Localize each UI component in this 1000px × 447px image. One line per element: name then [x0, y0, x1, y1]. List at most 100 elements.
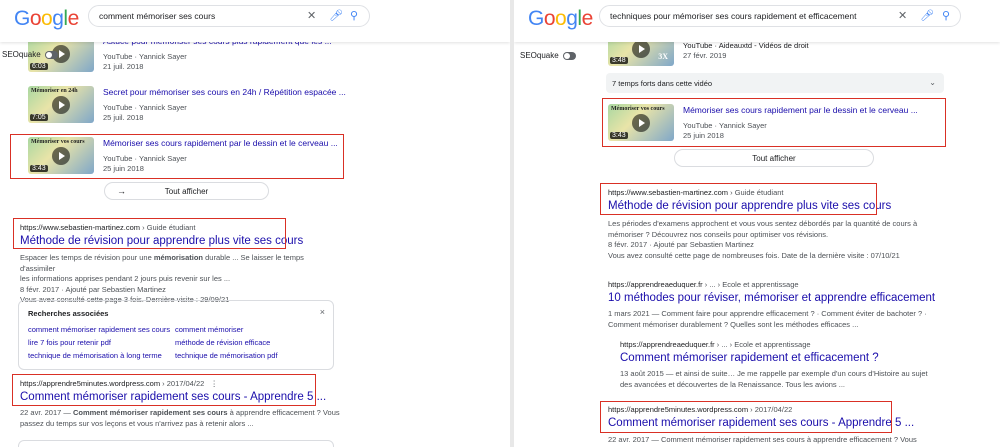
result-snippet: 1 mars 2021 — Comment faire pour apprend… — [608, 309, 927, 329]
result-cite: https://apprendreaeduquer.fr › ... › Eco… — [608, 280, 799, 289]
result-title-link[interactable]: Comment mémoriser rapidement ses cours -… — [608, 417, 914, 429]
result-url: https://www.sebastien-martinez.com — [20, 223, 141, 232]
related-link[interactable]: technique de mémorisation à long terme — [28, 351, 162, 360]
result-snippet: Espacer les temps de révision pour une m… — [20, 253, 340, 306]
result-breadcrumb: › ... › Ecole et apprentissage — [714, 340, 811, 349]
chevron-down-icon: ⌄ — [929, 78, 936, 87]
thumbnail-caption: Mémoriser en 24h — [31, 88, 78, 94]
video-result[interactable]: Mémoriser vos cours 3:43 Mémoriser ses co… — [28, 137, 338, 174]
microphone-icon[interactable]: 🎤︎ — [329, 9, 343, 23]
video-duration: 6:03 — [30, 63, 48, 70]
result-cite: https://www.sebastien-martinez.com › Gui… — [20, 223, 196, 232]
result-cite: https://www.sebastien-martinez.com › Gui… — [608, 188, 784, 197]
video-result[interactable]: Mémoriser vos cours 3:43 Mémoriser ses co… — [608, 104, 918, 141]
right-search-panel: Google techniques pour mémoriser ses cou… — [514, 0, 1000, 447]
search-input[interactable]: comment mémoriser ses cours — [99, 11, 299, 21]
show-all-videos-button[interactable]: Tout afficher — [674, 149, 874, 167]
result-meta: 8 févr. 2017 · Ajouté par Sebastien Mart… — [608, 240, 754, 249]
related-link[interactable]: lire 7 fois pour retenir pdf — [28, 338, 111, 347]
related-link[interactable]: technique de mémorisation pdf — [175, 351, 278, 360]
video-date: 25 juin 2018 — [683, 131, 724, 140]
play-icon — [52, 147, 70, 165]
video-date: 25 juil. 2018 — [103, 113, 144, 122]
result-title-link[interactable]: 10 méthodes pour réviser, mémoriser et a… — [608, 292, 935, 304]
result-breadcrumb: › Guide étudiant — [728, 188, 784, 197]
close-icon[interactable]: × — [320, 307, 325, 317]
related-searches-box: Recherches associées × comment mémoriser… — [18, 300, 334, 370]
search-box[interactable]: techniques pour mémoriser ses cours rapi… — [599, 5, 961, 27]
play-icon — [632, 114, 650, 132]
clear-icon[interactable]: ✕ — [898, 9, 907, 23]
related-link[interactable]: méthode de révision efficace — [175, 338, 270, 347]
result-title-link[interactable]: Comment mémoriser rapidement ses cours -… — [20, 391, 326, 403]
related-searches-heading: Recherches associées — [28, 309, 109, 318]
thumbnail-caption: 3X — [658, 52, 668, 61]
search-box[interactable]: comment mémoriser ses cours ✕ 🎤︎ ⚲ — [88, 5, 370, 27]
video-result[interactable]: Mémoriser en 24h 7:05 Secret pour mémoris… — [28, 86, 346, 123]
result-url: https://apprendreaeduquer.fr — [620, 340, 715, 349]
result-snippet: Les périodes d'examens approchent et vou… — [608, 219, 988, 261]
seoquake-label: SEOquake — [2, 50, 41, 59]
video-duration: 3:48 — [610, 57, 628, 64]
result-snippet: 22 avr. 2017 — Comment mémoriser rapidem… — [20, 408, 340, 428]
video-duration: 7:05 — [30, 114, 48, 121]
result-cite: https://apprendreaeduquer.fr › ... › Eco… — [620, 340, 811, 349]
seoquake-toggle[interactable]: SEOquake — [520, 51, 576, 60]
result-url: https://apprendre5minutes.wordpress.com — [608, 405, 749, 414]
result-title-link[interactable]: Comment mémoriser rapidement et efficace… — [620, 352, 879, 364]
video-title[interactable]: Secret pour mémoriser ses cours en 24h /… — [103, 87, 346, 97]
related-link[interactable]: comment mémoriser — [175, 325, 243, 334]
toggle-switch-icon[interactable] — [44, 50, 58, 59]
video-title[interactable]: Mémoriser ses cours rapidement par le de… — [103, 138, 338, 148]
right-header: Google techniques pour mémoriser ses cou… — [514, 0, 1000, 42]
result-url: https://www.sebastien-martinez.com — [608, 188, 729, 197]
seoquake-toggle[interactable]: SEOquake — [2, 50, 58, 59]
video-source: YouTube · Yannick Sayer — [683, 121, 767, 130]
video-source: YouTube · Aideauxtd - Vidéos de droit — [683, 41, 809, 50]
result-meta: 8 févr. 2017 · Ajouté par Sebastien Mart… — [20, 284, 166, 294]
show-all-label: Tout afficher — [752, 153, 796, 163]
thumbnail-caption: Mémoriser vos cours — [611, 106, 665, 112]
thumbnail-caption: Mémoriser vos cours — [31, 139, 85, 145]
toggle-switch-icon[interactable] — [562, 51, 576, 60]
video-date: 25 juin 2018 — [103, 164, 144, 173]
result-visited: Vous avez consulté cette page de nombreu… — [608, 250, 900, 260]
left-header: Google comment mémoriser ses cours ✕ 🎤︎ … — [0, 0, 510, 42]
video-source: YouTube · Yannick Sayer — [103, 154, 187, 163]
result-cite: https://apprendre5minutes.wordpress.com … — [20, 379, 218, 388]
result-url: https://apprendreaeduquer.fr — [608, 280, 703, 289]
result-snippet: 13 août 2015 — et ainsi de suite… Je me … — [620, 369, 928, 389]
video-title[interactable]: Mémoriser ses cours rapidement par le de… — [683, 105, 918, 115]
clear-icon[interactable]: ✕ — [307, 9, 316, 23]
arrow-right-icon: → — [117, 186, 126, 196]
key-moments-label: 7 temps forts dans cette vidéo — [612, 79, 713, 88]
result-breadcrumb: › ... › Ecole et apprentissage — [702, 280, 799, 289]
video-thumbnail[interactable]: Mémoriser en 24h 7:05 — [28, 86, 94, 123]
video-thumbnail[interactable]: Mémoriser vos cours 3:43 — [608, 104, 674, 141]
show-all-videos-button[interactable]: → Tout afficher — [104, 182, 269, 200]
google-logo[interactable]: Google — [528, 7, 593, 31]
search-icon[interactable]: ⚲ — [942, 9, 950, 23]
result-breadcrumb: › 2017/04/22 — [748, 405, 793, 414]
seoquake-label: SEOquake — [520, 51, 559, 60]
more-options-icon[interactable]: ⋮ — [210, 379, 218, 388]
google-logo[interactable]: Google — [14, 7, 79, 31]
result-breadcrumb: › 2017/04/22 — [160, 379, 205, 388]
play-icon — [52, 96, 70, 114]
video-date: 21 juil. 2018 — [103, 62, 144, 71]
related-searches-box-partial — [18, 440, 334, 447]
search-input[interactable]: techniques pour mémoriser ses cours rapi… — [610, 11, 890, 21]
result-snippet: 22 avr. 2017 — Comment mémoriser rapidem… — [608, 435, 917, 444]
microphone-icon[interactable]: 🎤︎ — [920, 9, 934, 23]
key-moments-bar[interactable]: 7 temps forts dans cette vidéo ⌄ — [606, 73, 944, 93]
result-title-link[interactable]: Méthode de révision pour apprendre plus … — [20, 235, 303, 247]
search-icon[interactable]: ⚲ — [350, 9, 358, 23]
result-title-link[interactable]: Méthode de révision pour apprendre plus … — [608, 200, 891, 212]
related-link[interactable]: comment mémoriser rapidement ses cours — [28, 325, 170, 334]
video-date: 27 févr. 2019 — [683, 51, 727, 60]
play-icon — [632, 40, 650, 58]
video-thumbnail[interactable]: Mémoriser vos cours 3:43 — [28, 137, 94, 174]
result-cite: https://apprendre5minutes.wordpress.com … — [608, 405, 792, 414]
video-duration: 3:43 — [30, 165, 48, 172]
result-url: https://apprendre5minutes.wordpress.com — [20, 379, 161, 388]
